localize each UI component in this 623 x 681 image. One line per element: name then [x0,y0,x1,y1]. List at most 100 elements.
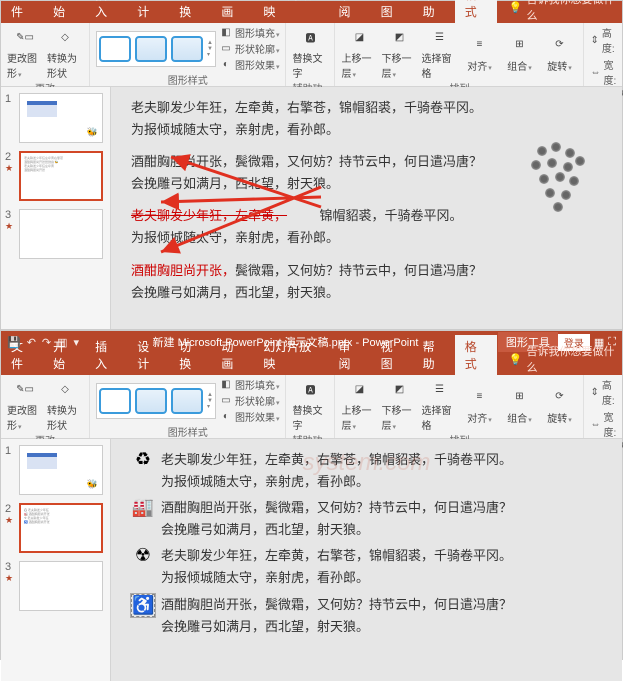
rotate-button[interactable]: ⟳旋转 [541,33,577,73]
bullet-row[interactable]: ☢ 老夫聊发少年狂，左牵黄，右擎苍，锦帽貂裘，千骑卷平冈。为报倾城随太守，亲射虎，… [131,545,602,589]
ribbon-tabs: 文件 开始 插入 设计 切换 动画 幻灯片放映 审阅 视图 帮助 格式 💡告诉我… [1,1,622,23]
alt-text-label: 替换文字 [292,50,328,80]
alt-text-icon: 🅰 [298,25,322,49]
style-thumb-1[interactable] [99,36,131,62]
slide-thumbnails: 1🐝 2★♻ 老夫聊发少年狂🏭 酒酣胸胆尚开张☢ 老夫聊发少年狂♿ 酒酣胸胆尚开… [1,439,111,681]
group-alt: 🅰替换文字 辅助功能 [286,23,335,86]
bullet-icon[interactable]: ♻ [131,449,155,470]
edit-shape-button[interactable]: ✎▭更改图形 [7,25,43,80]
bring-forward-button[interactable]: ◪上移一层 [341,25,377,80]
tab-transition[interactable]: 切换 [169,0,211,23]
text-line: 为报倾城随太守，亲射虎，看孙郎。 [161,567,512,589]
slide-thumbnails: 1🐝 2★老夫聊发少年狂左牵黄右擎苍酒酣胸胆尚开张鬓微霜 🐝老夫聊发少年狂左牵黄… [1,87,111,329]
style-thumb-2[interactable] [135,388,167,414]
alt-text-button[interactable]: 🅰替换文字 [292,25,328,80]
shape-effect-button[interactable]: ◐图形效果 [220,57,280,72]
gallery-spinner[interactable]: ▲▼▾ [207,392,213,410]
group-button[interactable]: ⊞组合 [501,385,537,425]
bullet-icon[interactable]: 🏭 [131,497,155,518]
thumb-1[interactable]: 1🐝 [5,93,106,143]
convert-shape-button[interactable]: ◇转换为形状 [47,25,83,80]
rotate-button[interactable]: ⟳旋转 [541,385,577,425]
tab-help[interactable]: 帮助 [413,335,455,375]
tab-view[interactable]: 视图 [371,0,413,23]
fill-icon: ◧ [220,27,232,39]
text-block: 老夫聊发少年狂，左牵黄，右擎苍，锦帽貂裘，千骑卷平冈。为报倾城随太守，亲射虎，看… [161,545,512,589]
tab-file[interactable]: 文件 [1,0,43,23]
bullet-icon[interactable]: ♿ [131,594,155,617]
qat-more-icon[interactable]: ▾ [74,336,80,349]
tab-home[interactable]: 开始 [43,0,85,23]
send-backward-button[interactable]: ◩下移一层 [381,25,417,80]
group-button[interactable]: ⊞组合 [501,33,537,73]
tab-animation[interactable]: 动画 [211,335,253,375]
align-button[interactable]: ≡对齐 [461,33,497,73]
send-backward-icon: ◩ [387,25,411,49]
thumb-1[interactable]: 1🐝 [5,445,106,495]
tell-me-search[interactable]: 💡告诉我你想要做什么 [503,0,622,23]
shape-style-gallery[interactable]: ▲▼▾ [96,383,216,419]
start-icon[interactable]: ▥ [57,336,67,349]
selection-pane-button[interactable]: ☰选择窗格 [421,25,457,80]
gallery-spinner[interactable]: ▲▼▾ [207,40,213,58]
convert-shape-button[interactable]: ◇转换为形状 [47,377,83,432]
thumb-2[interactable]: 2★♻ 老夫聊发少年狂🏭 酒酣胸胆尚开张☢ 老夫聊发少年狂♿ 酒酣胸胆尚开张 [5,503,106,553]
style-thumb-3[interactable] [171,36,203,62]
save-icon[interactable]: 💾 [7,336,21,349]
bullet-row[interactable]: ♻老夫聊发少年狂，左牵黄，右擎苍，锦帽貂裘，千骑卷平冈。为报倾城随太守，亲射虎，… [131,449,602,493]
tab-insert[interactable]: 插入 [85,335,127,375]
rotate-icon: ⟳ [547,33,571,57]
ribbon-body: ✎▭更改图形 ◇转换为形状 更改 ▲▼▾ ◧图形填充 ▭形状轮廓 ◐图形效果 [1,23,622,87]
tab-design[interactable]: 设计 [127,0,169,23]
group-change: ✎▭更改图形 ◇转换为形状 更改 [1,375,90,438]
tab-design[interactable]: 设计 [127,335,169,375]
tab-format[interactable]: 格式 [455,0,497,23]
undo-icon[interactable]: ↶ [27,336,36,349]
thumb-3[interactable]: 3★ [5,209,106,259]
shape-fill-button[interactable]: ◧图形填充 [220,377,280,392]
bullet-icon[interactable]: ☢ [131,545,155,566]
style-thumb-3[interactable] [171,388,203,414]
tab-slideshow[interactable]: 幻灯片放映 [253,335,328,375]
shape-effect-button[interactable]: ◐图形效果 [220,409,280,424]
tab-view[interactable]: 视图 [371,335,413,375]
tab-transition[interactable]: 切换 [169,335,211,375]
bullet-row[interactable]: ♿酒酣胸胆尚开张，鬓微霜，又何妨？持节云中，何日遣冯唐？会挽雕弓如满月，西北望，… [131,594,602,638]
shape-fill-button[interactable]: ◧图形填充 [220,25,280,40]
bullet-row[interactable]: 🏭酒酣胸胆尚开张，鬓微霜，又何妨？持节云中，何日遣冯唐？会挽雕弓如满月，西北望，… [131,497,602,541]
alt-text-button[interactable]: 🅰替换文字 [292,377,328,432]
tab-slideshow[interactable]: 幻灯片放映 [253,0,328,23]
tell-me-search[interactable]: 💡告诉我你想要做什么 [503,343,622,375]
tab-format[interactable]: 格式 [455,335,497,375]
shape-outline-button[interactable]: ▭形状轮廓 [220,393,280,408]
style-thumb-1[interactable] [99,388,131,414]
tab-review[interactable]: 审阅 [329,0,371,23]
group-arrange: ◪上移一层 ◩下移一层 ☰选择窗格 ≡对齐 ⊞组合 ⟳旋转 排列 [335,375,584,438]
alt-text-icon: 🅰 [298,377,322,401]
send-backward-button[interactable]: ◩下移一层 [381,377,417,432]
redo-icon[interactable]: ↷ [42,336,51,349]
shape-outline-button[interactable]: ▭形状轮廓 [220,41,280,56]
thumb-3[interactable]: 3★ [5,561,106,611]
workspace: 1🐝 2★老夫聊发少年狂左牵黄右擎苍酒酣胸胆尚开张鬓微霜 🐝老夫聊发少年狂左牵黄… [1,87,622,329]
tab-animation[interactable]: 动画 [211,0,253,23]
style-thumb-2[interactable] [135,36,167,62]
edit-shape-label: 更改图形 [7,402,43,432]
text-line: 酒酣胸胆尚开张，鬓微霜，又何妨？持节云中，何日遣冯唐？ [161,497,512,519]
selection-pane-label: 选择窗格 [421,50,457,80]
tab-review[interactable]: 审阅 [329,335,371,375]
selection-pane-button[interactable]: ☰选择窗格 [421,377,457,432]
slide-editor[interactable]: system.com ♻老夫聊发少年狂，左牵黄，右擎苍，锦帽貂裘，千骑卷平冈。为… [111,439,622,681]
spray-brush-icon[interactable] [531,142,591,212]
align-button[interactable]: ≡对齐 [461,385,497,425]
align-icon: ≡ [467,33,491,57]
slide-editor[interactable]: 老夫聊发少年狂，左牵黄，右擎苍，锦帽貂裘，千骑卷平冈。 为报倾城随太守，亲射虎，… [111,87,622,329]
thumb-2[interactable]: 2★老夫聊发少年狂左牵黄右擎苍酒酣胸胆尚开张鬓微霜 🐝老夫聊发少年狂左牵黄酒酣胸… [5,151,106,201]
bring-forward-button[interactable]: ◪上移一层 [341,377,377,432]
workspace: 1🐝 2★♻ 老夫聊发少年狂🏭 酒酣胸胆尚开张☢ 老夫聊发少年狂♿ 酒酣胸胆尚开… [1,439,622,681]
edit-shape-button[interactable]: ✎▭更改图形 [7,377,43,432]
effect-icon: ◐ [220,59,232,71]
shape-style-gallery[interactable]: ▲▼▾ [96,31,216,67]
tab-insert[interactable]: 插入 [85,0,127,23]
tab-help[interactable]: 帮助 [413,0,455,23]
